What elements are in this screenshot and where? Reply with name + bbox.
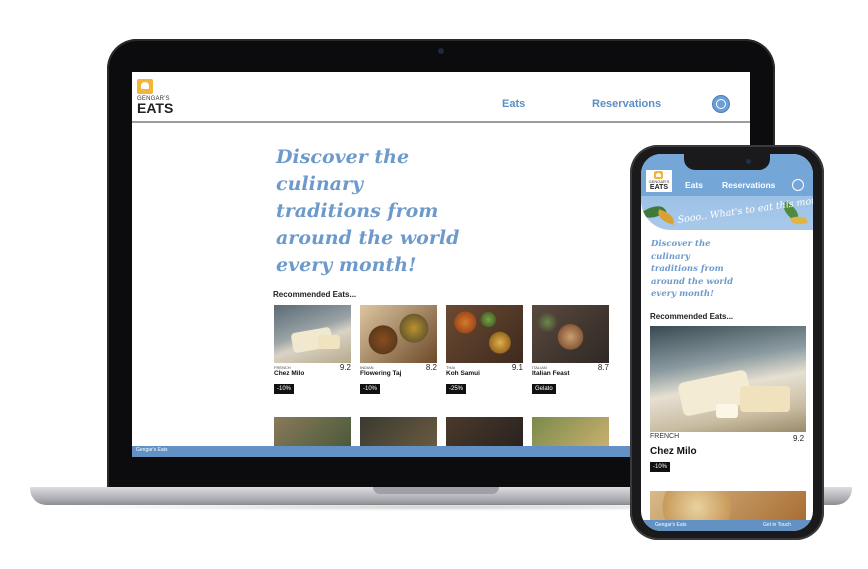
nav-reservations[interactable]: Reservations [722,180,775,190]
card-badge: -10% [650,462,671,472]
food-photo[interactable] [360,417,437,447]
card-score: 8.2 [425,363,437,372]
laptop-opening-notch [373,487,499,494]
food-photo [446,305,523,363]
footer-text: Gengar's Eats [655,522,687,528]
restaurant-card[interactable]: ITALIAN Italian Feast 8.7 Gelato [532,305,609,395]
recommended-heading: Recommended Eats... [650,312,734,321]
chef-hat-icon [654,171,663,179]
chef-hat-icon [137,79,153,94]
nav-eats[interactable]: Eats [502,98,525,110]
food-photo[interactable] [446,417,523,447]
hero-headline: Discover the culinary traditions from ar… [651,239,734,299]
card-badge: -10% [360,384,381,394]
card-badge: Gelato [532,384,556,394]
nav-eats[interactable]: Eats [685,180,703,190]
food-photo[interactable] [274,417,351,447]
logo-big-text: EATS [137,100,174,116]
restaurant-card[interactable]: INDIAN Flowering Taj 8.2 -10% [360,305,437,395]
card-name[interactable]: Chez Milo [650,446,697,457]
food-photo [274,305,351,363]
restaurant-card[interactable]: FRENCH Chez Milo 9.2 -10% [274,305,351,395]
card-cuisine: FRENCH [650,433,680,440]
desktop-header: GENGAR'S EATS Eats Reservations [132,72,750,123]
restaurant-card[interactable]: THAI Koh Samui 9.1 -25% [446,305,523,395]
card-badge: -25% [446,384,467,394]
card-score: 8.7 [597,363,609,372]
logo-big-text: EATS [649,184,669,191]
card-score: 9.2 [793,434,805,443]
card-score: 9.2 [339,363,351,372]
footer-text: Gengar's Eats [136,447,168,453]
food-photo [360,305,437,363]
mobile-footer: Gengar's Eats Get in Touch [641,520,813,531]
get-in-touch-link[interactable]: Get in Touch [763,522,791,528]
phone-notch [684,154,770,170]
hero-headline: Discover the culinary traditions from ar… [276,146,460,276]
recommended-heading: Recommended Eats... [273,290,357,299]
user-account-icon[interactable] [712,95,730,113]
mobile-site: GENGAR'S EATS Eats Reservations Sooo.. W… [641,154,813,531]
food-photo[interactable] [532,417,609,447]
site-logo[interactable]: GENGAR'S EATS [646,170,672,192]
food-photo [532,305,609,363]
card-score: 9.1 [511,363,523,372]
site-logo[interactable]: GENGAR'S EATS [137,79,177,115]
nav-reservations[interactable]: Reservations [592,98,661,110]
food-photo[interactable] [650,326,806,432]
user-account-icon[interactable] [792,179,804,191]
phone-device: GENGAR'S EATS Eats Reservations Sooo.. W… [630,145,824,540]
card-badge: -10% [274,384,295,394]
laptop-camera [438,48,444,54]
